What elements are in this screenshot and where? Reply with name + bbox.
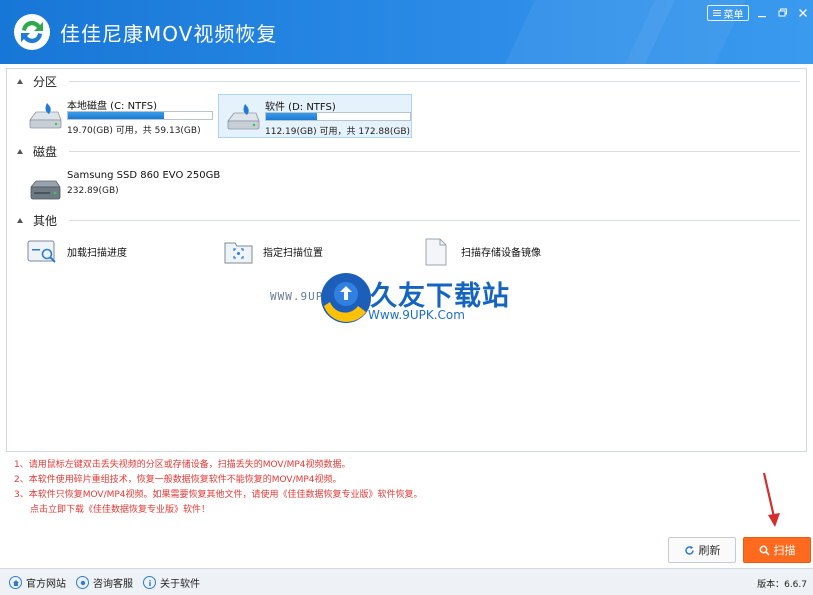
device-panel: 分区 本地磁盘 (C: NTFS) 19.70(GB) 可用，共 59.13(G… [6,68,807,452]
disk-drive-icon [30,180,61,200]
usage-bar [265,112,411,121]
disk-name: Samsung SSD 860 EVO 250GB [67,170,221,181]
minimize-icon [758,16,766,18]
menu-label: 菜单 [723,9,744,21]
customer-support-link[interactable]: 咨询客服 [76,575,133,590]
partition-item-d[interactable]: 软件 (D: NTFS) 112.19(GB) 可用，共 172.88(GB) [218,94,412,138]
collapse-icon [17,78,23,84]
hard-drive-icon [29,103,62,129]
support-label: 咨询客服 [93,579,133,590]
disk-image-icon [425,238,447,266]
search-icon [759,545,770,556]
partition-name: 软件 (D: NTFS) [265,102,336,113]
watermark-url: Www.9UPK.Com [368,308,465,322]
hard-drive-icon [227,104,260,130]
about-software-link[interactable]: 关于软件 [143,575,200,590]
partition-info: 112.19(GB) 可用，共 172.88(GB) [265,127,411,137]
scan-label: 扫描 [773,544,796,557]
official-website-link[interactable]: 官方网站 [9,575,66,590]
disk-item[interactable]: Samsung SSD 860 EVO 250GB 232.89(GB) [21,167,231,211]
collapse-icon [17,217,23,223]
scan-device-image-item[interactable]: 扫描存储设备镜像 [421,235,601,271]
note-line: 2、本软件使用碎片重组技术，恢复一般数据恢复软件不能恢复的MOV/MP4视频。 [14,475,342,485]
other-label: 扫描存储设备镜像 [461,248,541,259]
refresh-icon [684,545,694,555]
usage-bar [67,111,213,120]
section-other[interactable]: 其他 [17,211,57,229]
section-partition[interactable]: 分区 [17,72,57,90]
watermark-logo-icon [321,273,371,323]
partition-name: 本地磁盘 (C: NTFS) [67,101,158,112]
other-label: 加载扫描进度 [67,248,127,259]
close-button[interactable] [795,5,811,21]
scan-button[interactable]: 扫描 [743,537,811,563]
instructions: 1、请用鼠标左键双击丢失视频的分区或存储设备，扫描丢失的MOV/MP4视频数据。… [14,458,714,518]
section-disk[interactable]: 磁盘 [17,142,57,160]
status-bar: 官方网站 咨询客服 关于软件 版本：6.6.7 [0,568,813,595]
home-icon [9,576,22,589]
app-logo-icon [14,14,50,50]
usage-fill [68,112,165,119]
section-label: 分区 [33,74,58,89]
refresh-button[interactable]: 刷新 [668,537,736,563]
note-line: 3、本软件只恢复MOV/MP4视频。如果需要恢复其他文件，请使用《佳佳数据恢复专… [14,490,423,500]
divider [69,81,800,82]
load-scan-progress-item[interactable]: 加载扫描进度 [27,235,207,271]
divider [69,220,800,221]
usage-fill [266,113,317,120]
title-bar: 佳佳尼康MOV视频恢复 菜单 [0,0,813,64]
partition-info: 19.70(GB) 可用，共 59.13(GB) [67,126,201,136]
specify-scan-location-item[interactable]: 指定扫描位置 [223,235,403,271]
info-icon [143,576,156,589]
divider [69,151,800,152]
disk-info: 232.89(GB) [67,186,119,196]
refresh-label: 刷新 [698,544,721,557]
app-title: 佳佳尼康MOV视频恢复 [60,22,278,46]
load-progress-icon [27,240,56,263]
collapse-icon [17,148,23,154]
section-label: 磁盘 [33,144,58,159]
watermark: WWW.9UPK.COM 久友下载站 Www.9UPK.Com [270,268,510,330]
maximize-button[interactable] [775,5,791,21]
section-label: 其他 [33,213,58,228]
note-line: 1、请用鼠标左键双击丢失视频的分区或存储设备，扫描丢失的MOV/MP4视频数据。 [14,460,351,470]
restore-icon [778,8,787,17]
minimize-button[interactable] [754,5,770,21]
about-label: 关于软件 [160,579,200,590]
menu-icon [712,10,721,16]
menu-button[interactable]: 菜单 [707,5,749,21]
other-label: 指定扫描位置 [263,248,323,259]
download-pro-link[interactable]: 点击立即下载《佳佳数据恢复专业版》软件！ [14,503,714,518]
website-label: 官方网站 [26,579,66,590]
support-icon [76,576,89,589]
scan-location-icon [224,242,253,264]
close-icon [799,9,807,17]
partition-item-c[interactable]: 本地磁盘 (C: NTFS) 19.70(GB) 可用，共 59.13(GB) [21,94,217,138]
pointer-arrow-icon [762,472,780,527]
version-label: 版本：6.6.7 [757,580,807,590]
